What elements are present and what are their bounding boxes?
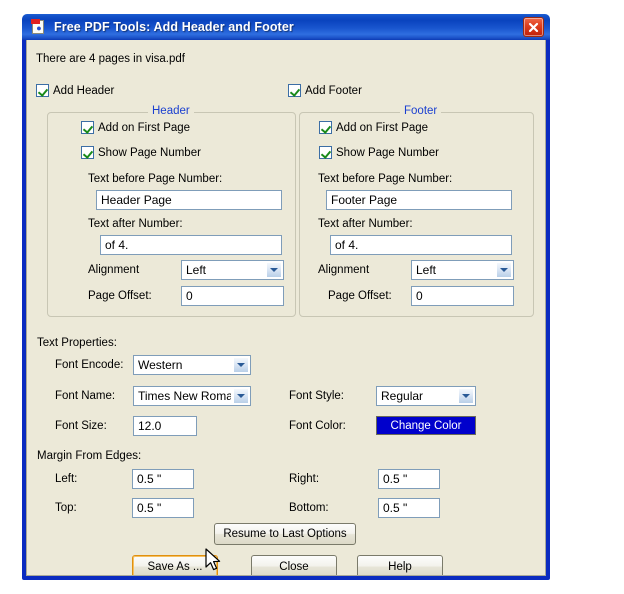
footer-show-page-number-label: Show Page Number [336,146,439,159]
margin-right-input[interactable]: 0.5 " [378,469,440,489]
font-size-label: Font Size: [55,420,107,432]
header-show-page-number-checkbox[interactable]: Show Page Number [81,146,201,159]
margin-left-input[interactable]: 0.5 " [132,469,194,489]
add-footer-label: Add Footer [305,84,362,97]
footer-show-page-number-checkbox[interactable]: Show Page Number [319,146,439,159]
add-header-checkbox[interactable]: Add Header [36,84,114,97]
help-button[interactable]: Help [357,555,443,575]
font-encode-select[interactable]: Western [133,355,251,375]
window-title: Free PDF Tools: Add Header and Footer [54,20,294,34]
footer-page-offset-input[interactable]: 0 [411,286,514,306]
checkbox-box [319,146,332,159]
margin-bottom-input[interactable]: 0.5 " [378,498,440,518]
footer-page-offset-label: Page Offset: [328,290,392,302]
header-group-legend: Header [148,105,194,117]
checkbox-box [81,121,94,134]
footer-text-before-input[interactable]: Footer Page [326,190,512,210]
font-size-input[interactable]: 12.0 [133,416,197,436]
chevron-down-icon[interactable] [266,262,282,278]
footer-alignment-value: Left [416,263,437,277]
footer-text-after-input[interactable]: of 4. [330,235,512,255]
checkbox-box [36,84,49,97]
footer-group-legend: Footer [400,105,442,117]
margin-left-label: Left: [55,473,78,485]
pdf-document-icon: ● [31,19,47,35]
font-name-select[interactable]: Times New Roman [133,386,251,406]
dialog-body: There are 4 pages in visa.pdf Add Header… [26,40,546,576]
footer-text-before-label: Text before Page Number: [318,173,453,185]
add-header-label: Add Header [53,84,115,97]
page-count-text: There are 4 pages in visa.pdf [36,53,185,65]
margin-right-label: Right: [289,473,320,485]
font-style-value: Regular [381,389,424,403]
header-add-on-first-page-label: Add on First Page [98,121,191,134]
footer-group: Footer Add on First Page Show Page Numbe… [299,105,534,317]
footer-text-after-label: Text after Number: [318,218,413,230]
chevron-down-icon[interactable] [458,388,474,404]
font-encode-value: Western [138,358,183,372]
header-show-page-number-label: Show Page Number [98,146,201,159]
footer-alignment-label: Alignment [318,264,370,276]
header-text-before-input[interactable]: Header Page [96,190,282,210]
header-text-after-input[interactable]: of 4. [100,235,282,255]
font-name-label: Font Name: [55,390,116,402]
font-encode-label: Font Encode: [55,359,124,371]
chevron-down-icon[interactable] [496,262,512,278]
close-icon[interactable] [523,17,544,37]
header-alignment-label: Alignment [88,264,140,276]
margin-bottom-label: Bottom: [289,502,329,514]
header-group: Header Add on First Page Show Page Numbe… [47,105,296,317]
checkbox-box [288,84,301,97]
header-page-offset-input[interactable]: 0 [181,286,284,306]
header-alignment-value: Left [186,263,207,277]
close-button-action[interactable]: Close [251,555,337,575]
font-color-label: Font Color: [289,420,346,432]
save-as-button[interactable]: Save As ... [132,555,218,575]
margins-section-label: Margin From Edges: [37,450,142,462]
resume-to-last-options-button[interactable]: Resume to Last Options [214,523,356,545]
margin-top-input[interactable]: 0.5 " [132,498,194,518]
change-color-button[interactable]: Change Color [376,416,476,435]
margin-top-label: Top: [55,502,77,514]
text-properties-section-label: Text Properties: [37,337,117,349]
chevron-down-icon[interactable] [233,357,249,373]
footer-add-on-first-page-checkbox[interactable]: Add on First Page [319,121,428,134]
header-page-offset-label: Page Offset: [88,290,152,302]
checkbox-box [81,146,94,159]
checkbox-box [319,121,332,134]
chevron-down-icon[interactable] [233,388,249,404]
header-alignment-select[interactable]: Left [181,260,284,280]
font-name-value: Times New Roman [138,389,231,403]
footer-add-on-first-page-label: Add on First Page [336,121,429,134]
footer-alignment-select[interactable]: Left [411,260,514,280]
dialog-window: ● Free PDF Tools: Add Header and Footer … [22,14,550,580]
header-text-before-label: Text before Page Number: [88,173,223,185]
add-footer-checkbox[interactable]: Add Footer [288,84,362,97]
header-add-on-first-page-checkbox[interactable]: Add on First Page [81,121,190,134]
header-text-after-label: Text after Number: [88,218,183,230]
font-style-label: Font Style: [289,390,344,402]
font-style-select[interactable]: Regular [376,386,476,406]
title-bar[interactable]: ● Free PDF Tools: Add Header and Footer [22,14,550,40]
